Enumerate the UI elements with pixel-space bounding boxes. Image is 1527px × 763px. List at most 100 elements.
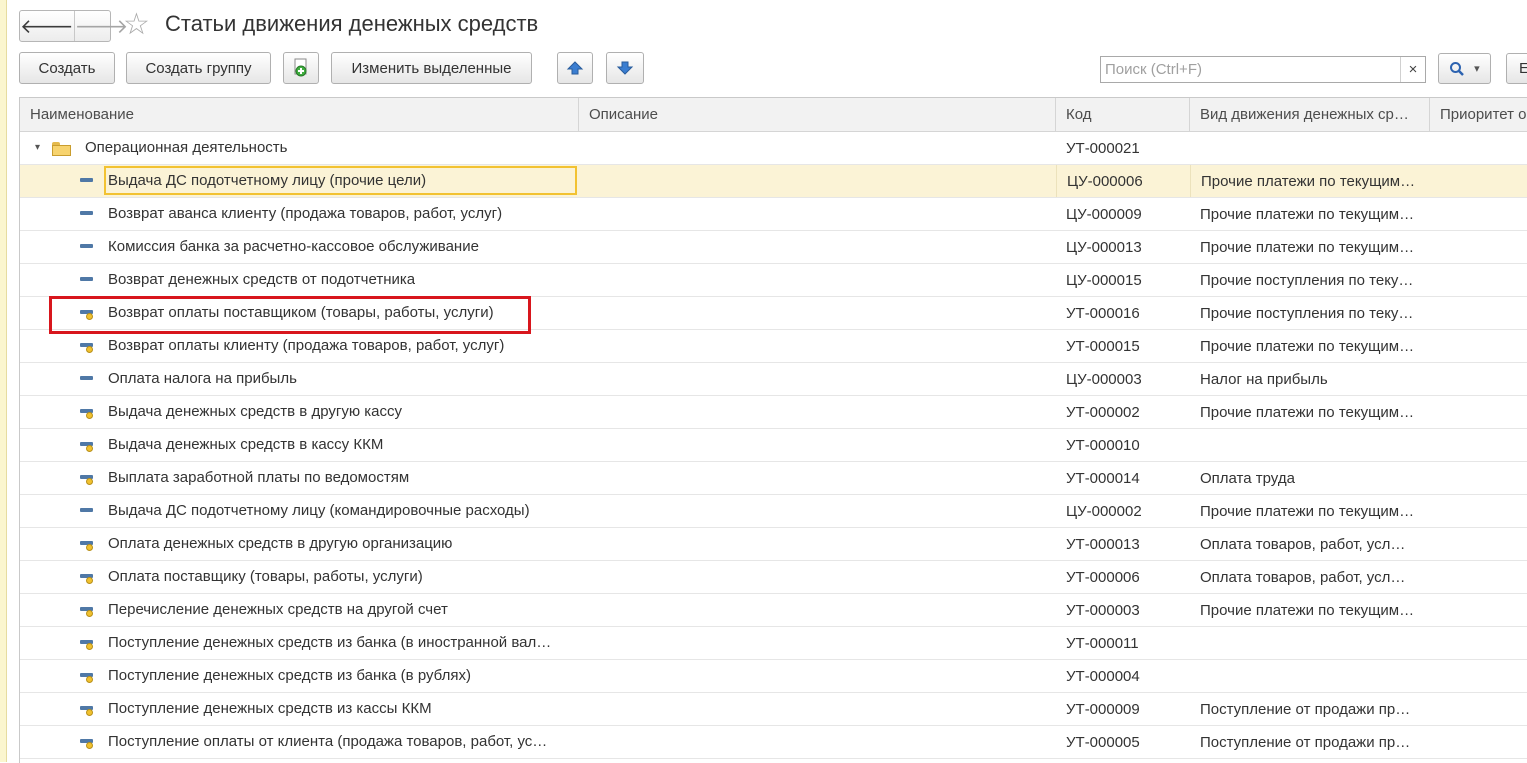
kind-cell: Прочие платежи по текущим… <box>1190 330 1430 362</box>
kind-cell: Прочие платежи по текущим… <box>1190 198 1430 230</box>
predefined-item-icon <box>80 472 94 486</box>
description-cell <box>579 396 1056 428</box>
column-header-code[interactable]: Код <box>1056 98 1190 131</box>
description-cell <box>579 429 1056 461</box>
description-cell <box>579 165 1056 197</box>
item-name: Возврат оплаты клиенту (продажа товаров,… <box>108 337 505 354</box>
table-row[interactable]: Возврат оплаты клиенту (продажа товаров,… <box>20 330 1527 363</box>
arrow-down-icon <box>616 61 634 75</box>
table-row[interactable]: Возврат денежных средств от подотчетника… <box>20 264 1527 297</box>
table-row[interactable]: Выплата заработной платы по ведомостям УТ… <box>20 462 1527 495</box>
item-name: Поступление оплаты от клиента (продажа т… <box>108 733 548 750</box>
move-up-button[interactable] <box>557 52 593 84</box>
table-row[interactable]: Оплата денежных средств в другую организ… <box>20 528 1527 561</box>
move-down-button[interactable] <box>606 52 644 84</box>
folder-icon <box>52 142 72 156</box>
name-cell: Возврат оплаты поставщиком (товары, рабо… <box>20 297 579 329</box>
table-row[interactable]: Перечисление денежных средств на другой … <box>20 594 1527 627</box>
kind-text: Поступление от продажи пр… <box>1200 700 1411 718</box>
predefined-item-icon <box>80 637 94 651</box>
search-input[interactable] <box>1101 57 1400 82</box>
priority-cell <box>1430 429 1527 461</box>
kind-cell <box>1190 660 1430 692</box>
column-header-priority[interactable]: Приоритет о <box>1430 98 1527 131</box>
predefined-item-icon <box>80 670 94 684</box>
kind-text: Прочие платежи по текущим… <box>1200 238 1415 256</box>
table-row[interactable]: Выдача ДС подотчетному лицу (командирово… <box>20 495 1527 528</box>
forward-arrow-icon[interactable]: 🡒 <box>73 11 128 41</box>
more-button[interactable]: Е <box>1506 53 1527 84</box>
kind-text: Прочие платежи по текущим… <box>1200 601 1415 619</box>
table-row[interactable]: Поступление оплаты от клиента (продажа т… <box>20 726 1527 759</box>
kind-cell: Поступление от продажи пр… <box>1190 693 1430 725</box>
search-options-button[interactable]: ▾ <box>1438 53 1491 84</box>
code-cell: ЦУ-000002 <box>1066 502 1142 520</box>
table-row[interactable]: Выдача денежных средств в другую кассу УТ… <box>20 396 1527 429</box>
item-icon <box>80 241 94 255</box>
column-header-description[interactable]: Описание <box>579 98 1056 131</box>
item-name: Перечисление денежных средств на другой … <box>108 601 448 618</box>
group-priority <box>1430 132 1527 164</box>
group-row[interactable]: ▾ Операционная деятельность УТ-000021 <box>20 132 1527 165</box>
priority-cell <box>1430 264 1527 296</box>
table-row[interactable]: Оплата налога на прибыль ЦУ-000003 Налог н… <box>20 363 1527 396</box>
predefined-item-icon <box>80 406 94 420</box>
item-name: Поступление денежных средств из банка (в… <box>108 667 471 684</box>
item-name: Оплата денежных средств в другую организ… <box>108 535 453 552</box>
table-row[interactable]: Выдача ДС подотчетному лицу (прочие цели… <box>20 165 1527 198</box>
description-cell <box>579 693 1056 725</box>
item-name: Возврат аванса клиенту (продажа товаров,… <box>108 205 503 222</box>
clear-search-icon[interactable]: × <box>1400 57 1425 82</box>
code-cell: УТ-000009 <box>1066 700 1140 718</box>
add-copy-icon <box>294 58 307 77</box>
kind-cell: Оплата товаров, работ, усл… <box>1190 561 1430 593</box>
predefined-item-icon <box>80 736 94 750</box>
table-row[interactable]: Поступление денежных средств из банка (в… <box>20 627 1527 660</box>
predefined-item-icon <box>80 571 94 585</box>
edit-selected-button[interactable]: Изменить выделенные <box>331 52 532 84</box>
table-row[interactable]: Комиссия банка за расчетно-кассовое обсл… <box>20 231 1527 264</box>
table-row[interactable]: Поступление денежных средств из кассы КК… <box>20 693 1527 726</box>
description-cell <box>579 330 1056 362</box>
item-name: Возврат оплаты поставщиком (товары, рабо… <box>108 304 494 321</box>
kind-text: Прочие платежи по текущим… <box>1200 403 1415 421</box>
kind-cell: Оплата труда <box>1190 462 1430 494</box>
create-button[interactable]: Создать <box>19 52 115 84</box>
priority-cell <box>1430 363 1527 395</box>
name-cell: Выдача ДС подотчетному лицу (командирово… <box>20 495 579 527</box>
column-header-name[interactable]: Наименование <box>20 98 579 131</box>
priority-cell <box>1430 726 1527 758</box>
arrow-up-icon <box>566 61 584 75</box>
copy-item-button[interactable] <box>283 52 319 84</box>
description-cell <box>579 363 1056 395</box>
code-cell: УТ-000002 <box>1066 403 1140 421</box>
predefined-item-icon <box>80 538 94 552</box>
kind-text: Прочие платежи по текущим… <box>1201 172 1416 190</box>
table-row[interactable]: Возврат аванса клиенту (продажа товаров,… <box>20 198 1527 231</box>
table-row[interactable]: Оплата поставщику (товары, работы, услуг… <box>20 561 1527 594</box>
table-row[interactable]: Выдача денежных средств в кассу ККМ УТ-00… <box>20 429 1527 462</box>
item-name: Выдача ДС подотчетному лицу (командирово… <box>108 502 530 519</box>
kind-text: Прочие поступления по теку… <box>1200 271 1414 289</box>
name-cell: Возврат оплаты клиенту (продажа товаров,… <box>20 330 579 362</box>
priority-cell <box>1430 561 1527 593</box>
name-cell: Выдача денежных средств в кассу ККМ <box>20 429 579 461</box>
code-cell: ЦУ-000009 <box>1066 205 1142 223</box>
kind-text: Прочие платежи по текущим… <box>1200 337 1415 355</box>
table-row[interactable]: Поступление денежных средств из банка (в… <box>20 660 1527 693</box>
chevron-down-icon: ▾ <box>1474 63 1480 75</box>
magnifier-icon <box>1450 61 1465 76</box>
create-group-button[interactable]: Создать группу <box>126 52 271 84</box>
kind-text: Оплата товаров, работ, усл… <box>1200 568 1406 586</box>
predefined-item-icon <box>80 340 94 354</box>
kind-text: Оплата товаров, работ, усл… <box>1200 535 1406 553</box>
back-arrow-icon[interactable]: 🡐 <box>20 11 74 41</box>
table-row[interactable]: Возврат оплаты поставщиком (товары, рабо… <box>20 297 1527 330</box>
priority-cell <box>1430 627 1527 659</box>
code-cell: УТ-000004 <box>1066 667 1140 685</box>
name-cell: Выплата заработной платы по ведомостям <box>20 462 579 494</box>
favorite-star-icon[interactable]: ☆ <box>123 9 150 41</box>
column-header-kind[interactable]: Вид движения денежных ср… <box>1190 98 1430 131</box>
description-cell <box>579 660 1056 692</box>
expand-toggle-icon[interactable]: ▾ <box>35 132 40 164</box>
